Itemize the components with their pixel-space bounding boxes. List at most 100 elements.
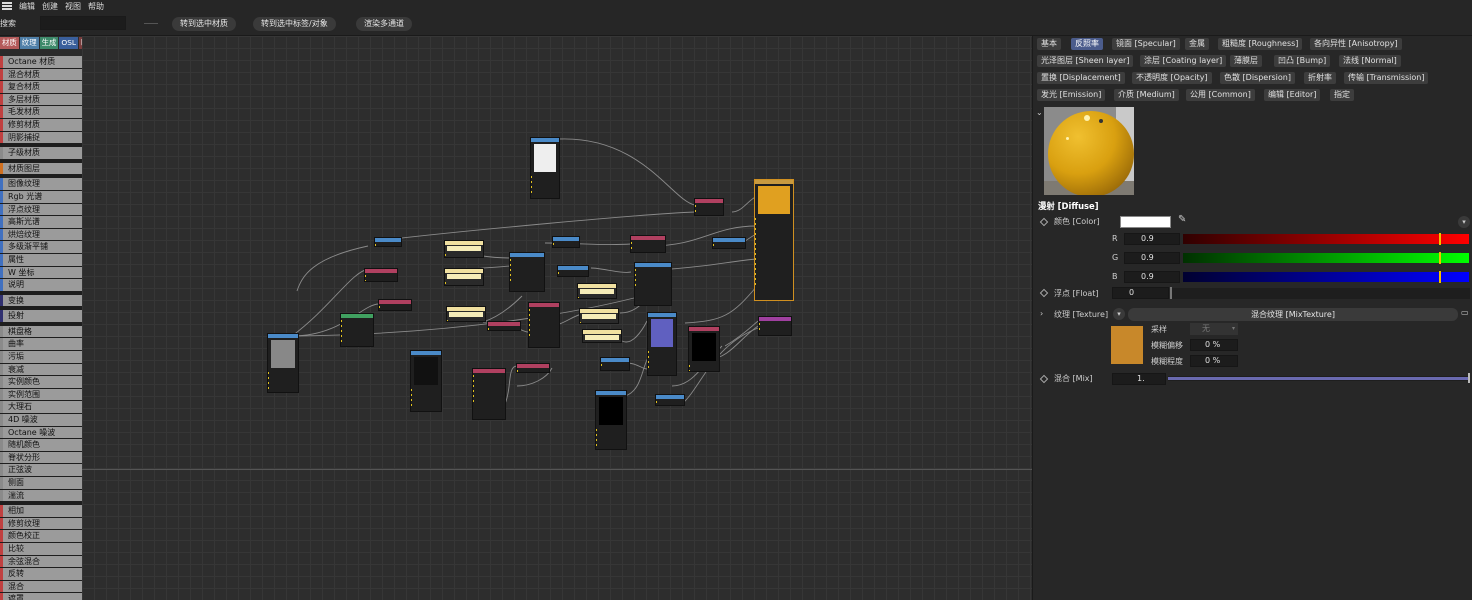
texture-preview-swatch[interactable]: [1111, 326, 1143, 364]
tab-bump[interactable]: 凹凸 [Bump]: [1274, 55, 1331, 67]
graph-node-port[interactable]: [596, 433, 597, 436]
graph-node-port[interactable]: [631, 241, 632, 244]
graph-node-port[interactable]: [365, 274, 366, 277]
graph-node[interactable]: [758, 316, 792, 336]
graph-node-port[interactable]: [473, 374, 474, 377]
tab-dispersion[interactable]: 色散 [Dispersion]: [1220, 72, 1295, 84]
expand-texture-icon[interactable]: ›: [1040, 309, 1043, 319]
graph-node-header[interactable]: [445, 241, 483, 245]
g-value-field[interactable]: 0.9: [1124, 252, 1180, 264]
node-list-item[interactable]: 脊状分形: [0, 451, 82, 464]
tab-opacity[interactable]: 不透明度 [Opacity]: [1132, 72, 1212, 84]
graph-node-port[interactable]: [411, 388, 412, 391]
node-list-item[interactable]: 实例颜色: [0, 376, 82, 388]
node-list-item[interactable]: 混合: [0, 580, 82, 593]
float-keyframe-diamond-icon[interactable]: [1039, 288, 1049, 298]
r-value-field[interactable]: 0.9: [1124, 233, 1180, 245]
blur-level-field[interactable]: 0 %: [1190, 355, 1238, 367]
graph-node-port[interactable]: [601, 363, 602, 366]
node-list-item[interactable]: 浮点纹理: [0, 203, 82, 216]
graph-node-header[interactable]: [580, 309, 618, 313]
node-list-item[interactable]: Octane 噪波: [0, 426, 82, 439]
node-list-item[interactable]: 图像纹理: [0, 178, 82, 190]
color-keyframe-diamond-icon[interactable]: [1039, 217, 1049, 227]
float-slider[interactable]: [1170, 287, 1470, 299]
graph-node[interactable]: [694, 198, 724, 216]
node-list-item[interactable]: 大理石: [0, 401, 82, 414]
mix-keyframe-diamond-icon[interactable]: [1039, 374, 1049, 384]
graph-node-port[interactable]: [529, 313, 530, 316]
node-list-item[interactable]: 棋盘格: [0, 325, 82, 338]
graph-node[interactable]: [444, 268, 484, 286]
tab-ior[interactable]: 折射率: [1304, 72, 1336, 84]
graph-node-header[interactable]: [411, 351, 441, 355]
graph-node-port[interactable]: [689, 369, 690, 371]
graph-node-port[interactable]: [341, 319, 342, 322]
node-list-item[interactable]: 材质图层: [0, 162, 82, 175]
menu-view[interactable]: 视图: [65, 1, 81, 12]
graph-node-port[interactable]: [695, 209, 696, 212]
graph-node-header[interactable]: [447, 307, 485, 311]
graph-node-port[interactable]: [411, 393, 412, 396]
category-tab[interactable]: 纹理: [19, 37, 39, 49]
graph-node-port[interactable]: [473, 394, 474, 397]
graph-node-port[interactable]: [635, 273, 636, 276]
graph-node-port[interactable]: [648, 360, 649, 363]
graph-node-port[interactable]: [648, 350, 649, 353]
graph-node-port[interactable]: [510, 263, 511, 266]
node-list-item[interactable]: 毛发材质: [0, 106, 82, 118]
eyedropper-icon[interactable]: ✎: [1178, 215, 1186, 225]
node-list-item[interactable]: 实例范围: [0, 388, 82, 401]
graph-node-port[interactable]: [268, 386, 269, 389]
color-swatch[interactable]: [1120, 216, 1171, 228]
node-list-item[interactable]: 污垢: [0, 351, 82, 363]
node-list-item[interactable]: 变换: [0, 294, 82, 307]
texture-link-button[interactable]: 混合纹理 [MixTexture]: [1128, 308, 1458, 321]
graph-node[interactable]: [267, 333, 299, 393]
graph-node-port[interactable]: [759, 322, 760, 325]
graph-node-port[interactable]: [656, 400, 657, 403]
node-list-item[interactable]: 说明: [0, 279, 82, 291]
graph-node[interactable]: [472, 368, 506, 420]
search-input[interactable]: [40, 16, 126, 30]
graph-node-port[interactable]: [596, 438, 597, 441]
graph-node-port[interactable]: [268, 371, 269, 374]
tab-displacement[interactable]: 置换 [Displacement]: [1037, 72, 1125, 84]
menu-help[interactable]: 帮助: [88, 1, 104, 12]
tab-anisotropy[interactable]: 各向异性 [Anisotropy]: [1310, 38, 1402, 50]
tab-transmission[interactable]: 传输 [Transmission]: [1344, 72, 1429, 84]
graph-node-header[interactable]: [648, 313, 676, 317]
graph-node-port[interactable]: [510, 278, 511, 281]
graph-node-port[interactable]: [755, 277, 756, 280]
graph-node-port[interactable]: [510, 273, 511, 276]
node-list-item[interactable]: 修剪材质: [0, 118, 82, 131]
texture-options-dropdown-icon[interactable]: ▾: [1113, 308, 1125, 320]
category-tab[interactable]: 生成: [39, 37, 59, 49]
graph-node-port[interactable]: [531, 185, 532, 188]
node-list-item[interactable]: 反转: [0, 568, 82, 580]
graph-node-port[interactable]: [529, 328, 530, 331]
float-slider-knob[interactable]: [1170, 287, 1172, 299]
graph-node-port[interactable]: [529, 318, 530, 321]
tab-medium[interactable]: 介质 [Medium]: [1114, 89, 1179, 101]
graph-node-port[interactable]: [375, 243, 376, 246]
mix-slider-knob[interactable]: [1468, 373, 1470, 383]
goto-selected-material-button[interactable]: 转到选中材质: [172, 17, 236, 31]
r-slider-knob[interactable]: [1438, 233, 1441, 245]
graph-node-port[interactable]: [596, 443, 597, 446]
graph-node[interactable]: [340, 313, 374, 347]
mix-slider[interactable]: [1168, 373, 1470, 383]
node-list-item[interactable]: 多层材质: [0, 93, 82, 106]
category-tab[interactable]: OSL: [59, 37, 79, 49]
render-multipass-button[interactable]: 渲染多通道: [356, 17, 412, 31]
folder-icon[interactable]: ▭: [1461, 308, 1469, 318]
tab-coating-layer[interactable]: 涂层 [Coating layer]: [1140, 55, 1227, 67]
graph-node[interactable]: [655, 394, 685, 406]
graph-node-port[interactable]: [529, 308, 530, 311]
graph-node-port[interactable]: [689, 364, 690, 367]
graph-node-header[interactable]: [531, 138, 559, 142]
tab-albedo[interactable]: 反照率: [1071, 38, 1103, 50]
graph-node-port[interactable]: [488, 327, 489, 330]
g-slider-knob[interactable]: [1438, 252, 1441, 264]
tab-specular[interactable]: 镜面 [Specular]: [1112, 38, 1180, 50]
